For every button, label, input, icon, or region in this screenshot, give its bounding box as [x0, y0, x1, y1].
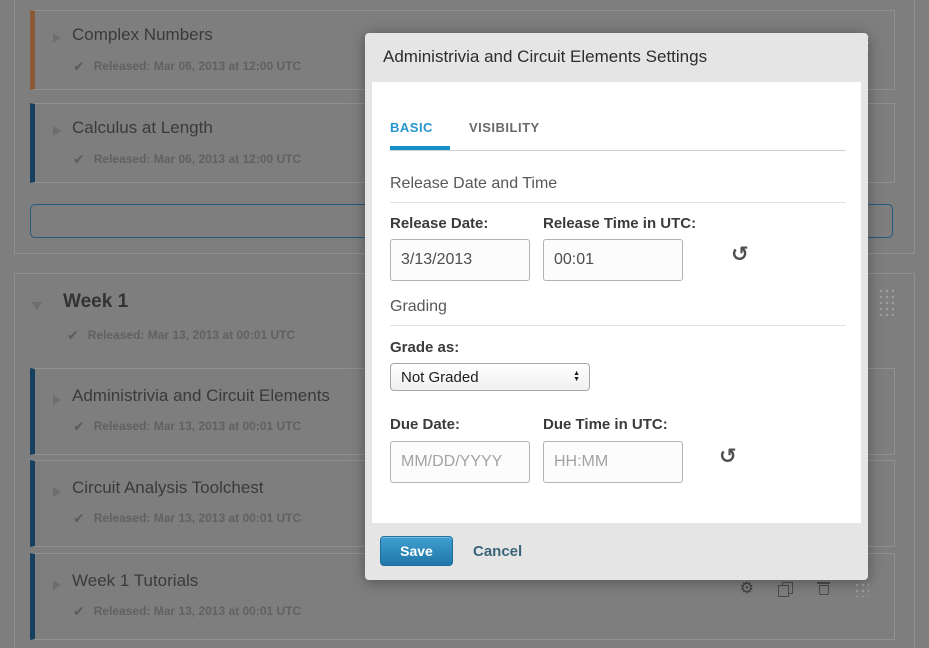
studio-outline-page: Complex Numbers ✔ Released: Mar 06, 2013… — [0, 0, 929, 648]
due-date-input[interactable] — [390, 441, 530, 483]
collapse-toggle-icon[interactable] — [32, 302, 42, 310]
grading-section-heading: Grading — [390, 298, 447, 316]
release-date-input[interactable] — [390, 239, 530, 281]
grade-select-value: Not Graded — [391, 369, 573, 386]
subsection-title: Week 1 Tutorials — [72, 571, 198, 591]
subsection-title: Calculus at Length — [72, 118, 213, 138]
check-icon: ✔ — [67, 328, 79, 342]
modal-title: Administrivia and Circuit Elements Setti… — [383, 47, 707, 67]
released-status: Released: Mar 06, 2013 at 12:00 UTC — [94, 59, 301, 73]
check-icon: ✔ — [73, 511, 85, 525]
check-icon: ✔ — [73, 152, 85, 166]
cancel-link[interactable]: Cancel — [473, 543, 522, 560]
expand-toggle-icon[interactable] — [53, 580, 61, 590]
grading-section-divider — [390, 325, 846, 326]
release-date-label: Release Date: — [390, 215, 488, 232]
released-status: Released: Mar 13, 2013 at 00:01 UTC — [88, 328, 295, 342]
due-time-input[interactable] — [543, 441, 683, 483]
expand-toggle-icon[interactable] — [53, 487, 61, 497]
section-title: Week 1 — [63, 291, 128, 313]
configure-icon[interactable]: ⚙ — [740, 581, 754, 597]
section-drag-handle[interactable] — [878, 288, 894, 316]
expand-toggle-icon[interactable] — [53, 395, 61, 405]
select-arrows-icon: ▲▼ — [573, 371, 580, 383]
released-status: Released: Mar 13, 2013 at 00:01 UTC — [94, 604, 301, 618]
reset-due-icon[interactable]: ↺ — [719, 446, 737, 467]
release-section-divider — [390, 202, 846, 203]
grade-select[interactable]: Not Graded ▲▼ — [390, 363, 590, 391]
check-icon: ✔ — [73, 604, 85, 618]
check-icon: ✔ — [73, 419, 85, 433]
tab-basic[interactable]: BASIC — [390, 120, 433, 135]
released-status: Released: Mar 13, 2013 at 00:01 UTC — [94, 511, 301, 525]
subsection-settings-modal: Administrivia and Circuit Elements Setti… — [365, 33, 868, 580]
save-button[interactable]: Save — [380, 536, 453, 566]
modal-body: BASIC VISIBILITY Release Date and Time R… — [372, 82, 861, 523]
subsection-title: Administrivia and Circuit Elements — [72, 386, 330, 406]
reset-release-icon[interactable]: ↺ — [731, 244, 749, 265]
release-time-input[interactable] — [543, 239, 683, 281]
tab-visibility[interactable]: VISIBILITY — [469, 120, 540, 135]
released-status: Released: Mar 13, 2013 at 00:01 UTC — [94, 419, 301, 433]
check-icon: ✔ — [73, 59, 85, 73]
delete-icon[interactable] — [817, 582, 830, 596]
duplicate-icon[interactable] — [778, 582, 793, 597]
expand-toggle-icon[interactable] — [53, 33, 61, 43]
due-date-label: Due Date: — [390, 416, 460, 433]
released-status: Released: Mar 06, 2013 at 12:00 UTC — [94, 152, 301, 166]
expand-toggle-icon[interactable] — [53, 126, 61, 136]
modal-tabs: BASIC VISIBILITY — [390, 120, 540, 135]
release-section-heading: Release Date and Time — [390, 175, 557, 193]
due-time-label: Due Time in UTC: — [543, 416, 668, 433]
subsection-title: Circuit Analysis Toolchest — [72, 478, 264, 498]
grade-as-label: Grade as: — [390, 339, 459, 356]
tabs-divider — [390, 150, 846, 151]
release-time-label: Release Time in UTC: — [543, 215, 696, 232]
drag-handle[interactable] — [854, 582, 869, 597]
subsection-title: Complex Numbers — [72, 25, 213, 45]
